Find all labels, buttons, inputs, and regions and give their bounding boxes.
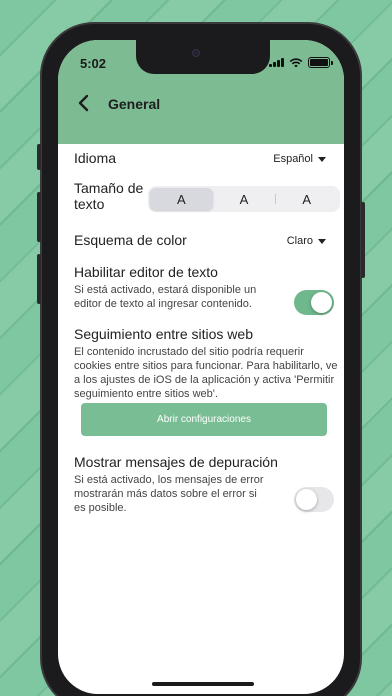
toggle-knob	[311, 292, 332, 313]
debug-description: Si está activado, los mensajes de error …	[74, 474, 264, 514]
text-size-label: Tamaño de texto	[74, 180, 144, 212]
battery-icon	[308, 57, 333, 68]
text-size-small-option[interactable]: A	[150, 188, 213, 210]
text-editor-description: Si está activado, estará disponible un e…	[74, 284, 257, 310]
open-settings-button[interactable]: Abrir configuraciones	[81, 403, 327, 436]
phone-frame: 5:02 General Idioma Español Tamaño de te…	[37, 22, 365, 696]
text-editor-toggle[interactable]	[294, 290, 334, 315]
cross-site-description: El contenido incrustado del sitio podría…	[74, 346, 338, 400]
status-time: 5:02	[80, 56, 107, 71]
back-button[interactable]	[72, 92, 94, 114]
wifi-icon	[289, 57, 303, 67]
chevron-left-icon	[78, 94, 89, 112]
debug-label: Mostrar mensajes de depuración	[74, 454, 278, 470]
notch	[136, 40, 270, 74]
language-value: Español	[273, 153, 313, 165]
color-scheme-setting: Esquema de color Claro	[74, 232, 336, 254]
language-setting: Idioma Español	[74, 150, 336, 172]
text-size-segmented-control: A A A	[148, 186, 340, 212]
mute-switch	[37, 144, 41, 170]
debug-messages-setting: Mostrar mensajes de depuración Si está a…	[74, 454, 336, 524]
cellular-signal-icon	[269, 58, 284, 67]
caret-down-icon	[318, 238, 326, 244]
volume-up-button	[37, 192, 41, 242]
front-camera	[192, 49, 200, 57]
power-button	[361, 202, 365, 278]
text-editor-label: Habilitar editor de texto	[74, 264, 218, 280]
color-scheme-value: Claro	[286, 235, 313, 247]
app-screen: 5:02 General Idioma Español Tamaño de te…	[58, 40, 344, 694]
caret-down-icon	[318, 156, 326, 162]
toggle-knob	[296, 489, 317, 510]
language-picker[interactable]: Español	[273, 153, 326, 165]
color-scheme-picker[interactable]: Claro	[287, 235, 326, 247]
volume-down-button	[37, 254, 41, 304]
status-icons	[269, 57, 333, 68]
home-indicator	[152, 682, 254, 686]
text-size-medium-option[interactable]: A	[213, 188, 276, 210]
text-size-large-option[interactable]: A	[275, 188, 338, 210]
cross-site-tracking-setting: Seguimiento entre sitios web El contenid…	[74, 326, 338, 406]
page-title: General	[108, 96, 161, 112]
cross-site-label: Seguimiento entre sitios web	[74, 326, 253, 342]
debug-toggle[interactable]	[294, 487, 334, 512]
